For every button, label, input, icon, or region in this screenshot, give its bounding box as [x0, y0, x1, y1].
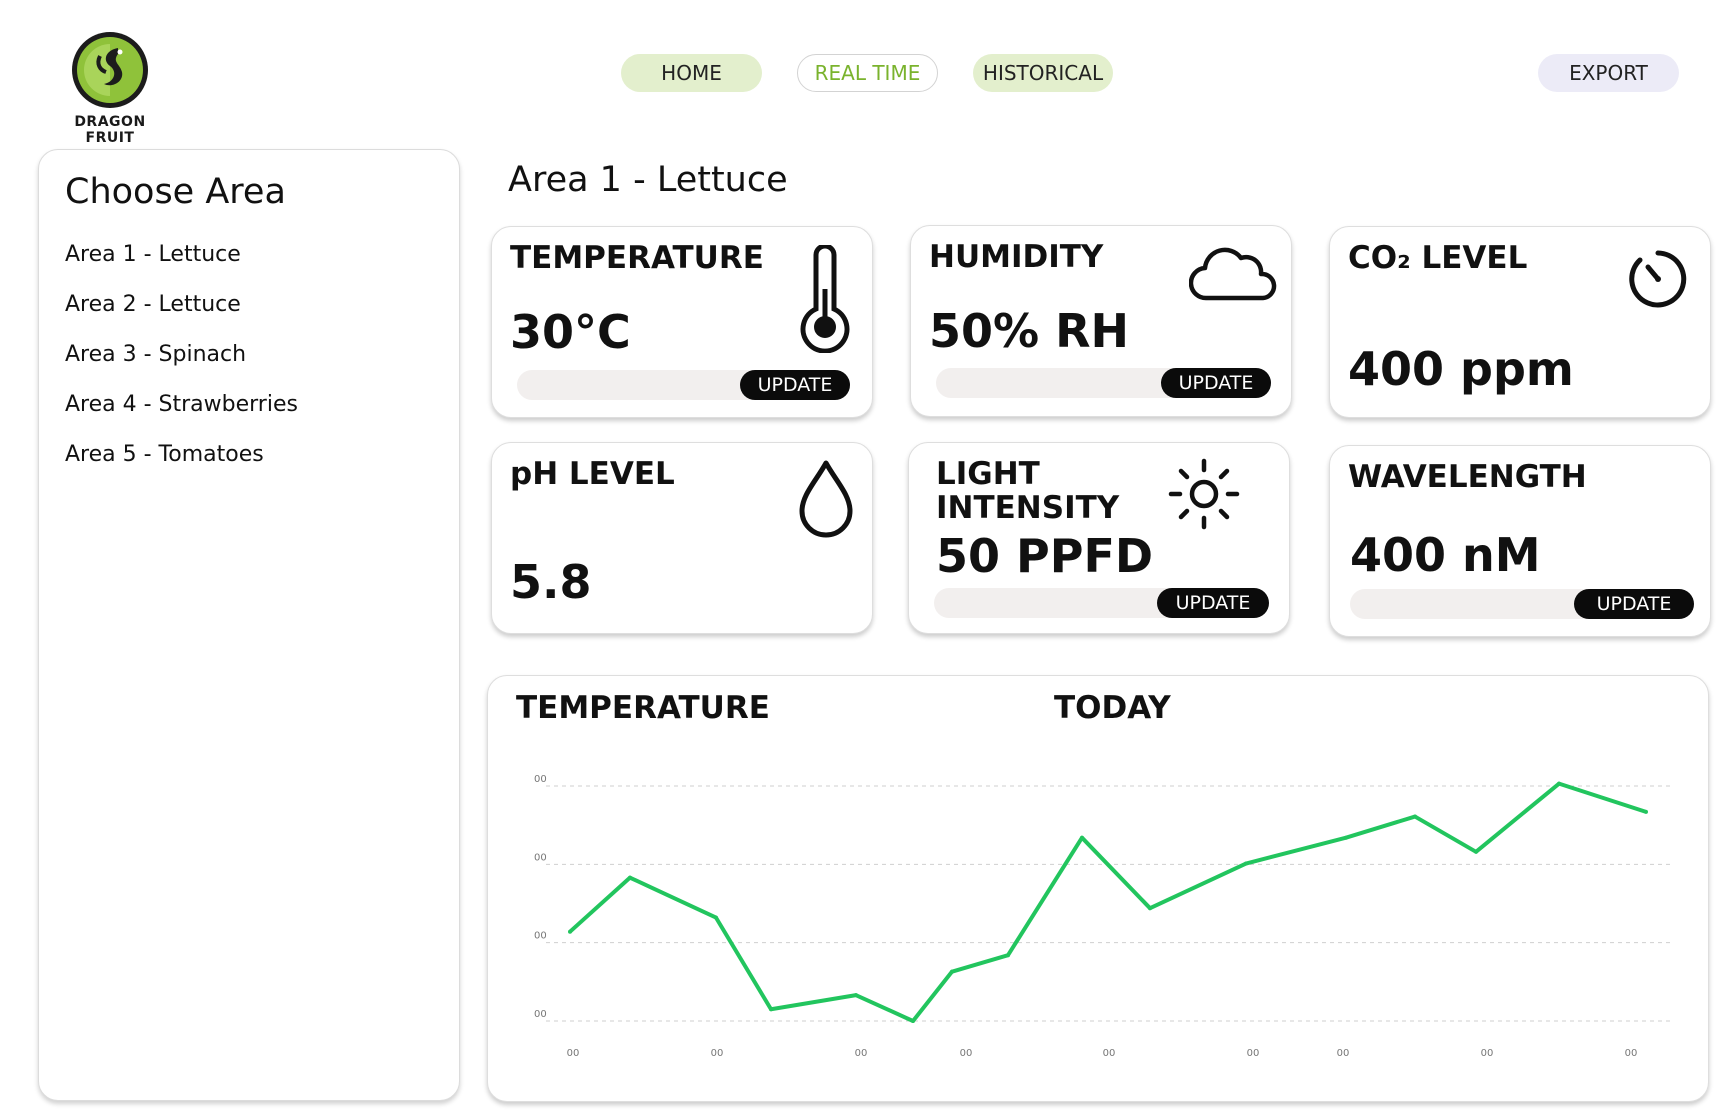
wavelength-card: WAVELENGTH 400 nM UPDATE [1329, 445, 1711, 637]
sidebar-item-area-1[interactable]: Area 1 - Lettuce [65, 230, 433, 280]
data-point [568, 929, 572, 934]
data-point [1080, 835, 1084, 840]
export-button[interactable]: EXPORT [1538, 54, 1679, 92]
data-point [769, 1007, 773, 1012]
nav-home-button[interactable]: HOME [621, 54, 762, 92]
temperature-series-line [568, 781, 1647, 1023]
x-tick-label: 00 [567, 1048, 580, 1059]
wavelength-label: WAVELENGTH [1348, 459, 1587, 495]
x-tick-label: 00 [1481, 1048, 1494, 1059]
x-tick-label: 00 [1103, 1048, 1116, 1059]
data-point [950, 969, 954, 974]
x-tick-label: 00 [1625, 1048, 1638, 1059]
y-tick-label: 00 [534, 931, 547, 942]
light-intensity-update-track: UPDATE [934, 588, 1269, 618]
temperature-update-track: UPDATE [517, 370, 850, 400]
x-tick-label: 00 [1247, 1048, 1260, 1059]
droplet-icon [799, 460, 853, 538]
nav-historical-button[interactable]: HISTORICAL [973, 54, 1113, 92]
data-point [911, 1019, 915, 1023]
temperature-value: 30°C [510, 305, 631, 359]
light-intensity-value: 50 PPFD [936, 529, 1154, 583]
nav-real-time-button[interactable]: REAL TIME [797, 54, 938, 92]
humidity-card: HUMIDITY 50% RH UPDATE [910, 225, 1292, 417]
dragon-logo-icon [72, 32, 148, 108]
humidity-label: HUMIDITY [929, 239, 1104, 275]
light-intensity-label-line1: LIGHT [936, 456, 1040, 492]
sun-icon [1168, 458, 1240, 530]
y-tick-label: 00 [534, 774, 547, 785]
humidity-value: 50% RH [929, 304, 1130, 358]
light-intensity-label-line2: INTENSITY [936, 490, 1120, 526]
data-point [1344, 835, 1348, 840]
x-tick-label: 00 [960, 1048, 973, 1059]
humidity-update-button[interactable]: UPDATE [1161, 368, 1271, 398]
x-tick-label: 00 [1337, 1048, 1350, 1059]
wavelength-update-track: UPDATE [1350, 589, 1694, 619]
data-point [1148, 906, 1152, 911]
humidity-update-track: UPDATE [936, 368, 1271, 398]
co2-value: 400 ppm [1348, 342, 1574, 396]
data-point [1644, 809, 1648, 814]
ph-card: pH LEVEL 5.8 [491, 442, 873, 634]
y-tick-label: 00 [534, 1009, 547, 1020]
data-point [854, 993, 858, 998]
light-intensity-card: LIGHT INTENSITY 50 PPFD UPDATE [908, 442, 1290, 634]
x-tick-label: 00 [711, 1048, 724, 1059]
data-point [714, 915, 718, 920]
data-point [1413, 814, 1417, 819]
gauge-icon [1629, 250, 1687, 308]
wavelength-update-button[interactable]: UPDATE [1574, 589, 1694, 619]
temperature-label: TEMPERATURE [510, 240, 764, 276]
brand-name: DRAGON FRUIT [74, 114, 146, 146]
light-intensity-label: LIGHT INTENSITY [936, 457, 1119, 525]
area-sidebar: Choose Area Area 1 - Lettuce Area 2 - Le… [38, 149, 460, 1101]
light-intensity-update-button[interactable]: UPDATE [1157, 588, 1269, 618]
ph-value: 5.8 [510, 555, 592, 609]
x-tick-label: 00 [855, 1048, 868, 1059]
y-tick-label: 00 [534, 852, 547, 863]
sidebar-item-area-3[interactable]: Area 3 - Spinach [65, 330, 433, 380]
thermometer-icon [800, 245, 850, 353]
cloud-icon [1189, 247, 1277, 301]
co2-card: CO₂ LEVEL 400 ppm [1329, 226, 1711, 418]
data-point [1244, 861, 1248, 866]
page-title: Area 1 - Lettuce [508, 160, 788, 200]
ph-label: pH LEVEL [510, 456, 675, 492]
temperature-chart-card: TEMPERATURE TODAY 00 00 00 00 00 00 00 00 00 00 00… [487, 675, 1709, 1102]
sidebar-item-area-2[interactable]: Area 2 - Lettuce [65, 280, 433, 330]
brand-logo[interactable]: DRAGON FRUIT [50, 30, 170, 146]
data-point [1557, 781, 1561, 786]
data-point [628, 875, 632, 880]
sidebar-title: Choose Area [65, 172, 286, 212]
temperature-card: TEMPERATURE 30°C UPDATE [491, 226, 873, 418]
co2-label: CO₂ LEVEL [1348, 240, 1528, 276]
data-point [1474, 849, 1478, 854]
temperature-line-chart: 00 00 00 00 00 00 00 00 00 00 00 00 00 [534, 774, 1671, 1059]
data-point [1006, 953, 1010, 958]
wavelength-value: 400 nM [1350, 528, 1541, 582]
sidebar-item-area-4[interactable]: Area 4 - Strawberries [65, 380, 433, 430]
temperature-update-button[interactable]: UPDATE [740, 370, 850, 400]
sidebar-item-area-5[interactable]: Area 5 - Tomatoes [65, 430, 433, 480]
